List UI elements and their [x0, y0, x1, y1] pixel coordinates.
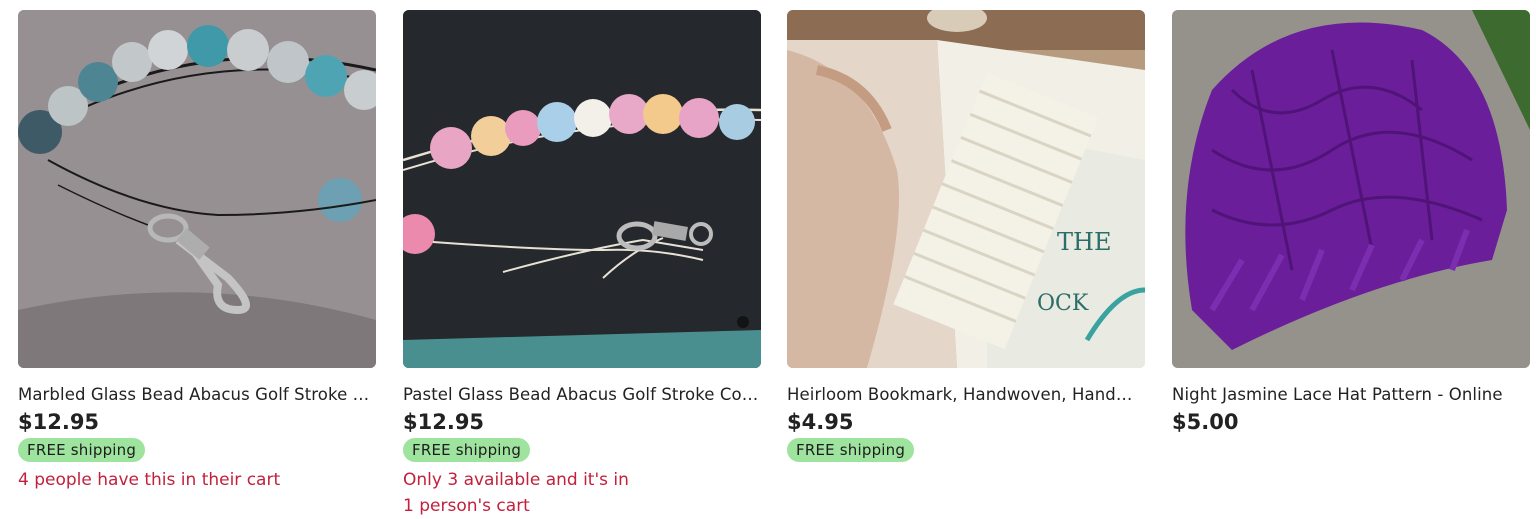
cart-scarcity-note: 4 people have this in their cart [18, 470, 281, 490]
listing-image[interactable] [1172, 10, 1530, 368]
listing-image[interactable]: THE OCK [787, 10, 1145, 368]
listing-title[interactable]: Pastel Glass Bead Abacus Golf Stroke Cou… [403, 383, 761, 407]
cart-scarcity-note: Only 3 available and it's in 1 person's … [403, 467, 761, 519]
svg-text:THE: THE [1057, 228, 1111, 256]
listing-title[interactable]: Heirloom Bookmark, Handwoven, Handmade [787, 383, 1145, 407]
listing-image[interactable] [18, 10, 376, 368]
listing-price: $5.00 [1172, 410, 1239, 434]
listing-grid: Marbled Glass Bead Abacus Golf Stroke Co… [0, 0, 1536, 519]
listing-title[interactable]: Marbled Glass Bead Abacus Golf Stroke Co… [18, 383, 376, 407]
cart-note-line: Only 3 available and it's in [403, 470, 629, 490]
listing-card[interactable]: THE OCK Heirloom Bookmark, Handwoven, Ha… [787, 10, 1145, 462]
listing-price: $4.95 [787, 410, 854, 434]
marbled-bead-bracelet-photo [18, 10, 376, 368]
listing-card[interactable]: Night Jasmine Lace Hat Pattern - Online … [1172, 10, 1530, 435]
listing-title[interactable]: Night Jasmine Lace Hat Pattern - Online [1172, 383, 1530, 407]
listing-image[interactable] [403, 10, 761, 368]
listing-price: $12.95 [18, 410, 100, 434]
cart-note-line: 1 person's cart [403, 496, 530, 516]
free-shipping-badge: FREE shipping [18, 438, 146, 462]
free-shipping-badge: FREE shipping [787, 438, 915, 462]
listing-card[interactable]: Marbled Glass Bead Abacus Golf Stroke Co… [18, 10, 376, 493]
free-shipping-badge: FREE shipping [403, 438, 531, 462]
listing-price: $12.95 [403, 410, 485, 434]
pastel-bead-bracelet-photo [403, 10, 761, 368]
purple-lace-hat-photo [1172, 10, 1530, 368]
svg-text:OCK: OCK [1037, 291, 1089, 316]
listing-card[interactable]: Pastel Glass Bead Abacus Golf Stroke Cou… [403, 10, 761, 519]
woven-bookmark-photo: THE OCK [787, 10, 1145, 368]
